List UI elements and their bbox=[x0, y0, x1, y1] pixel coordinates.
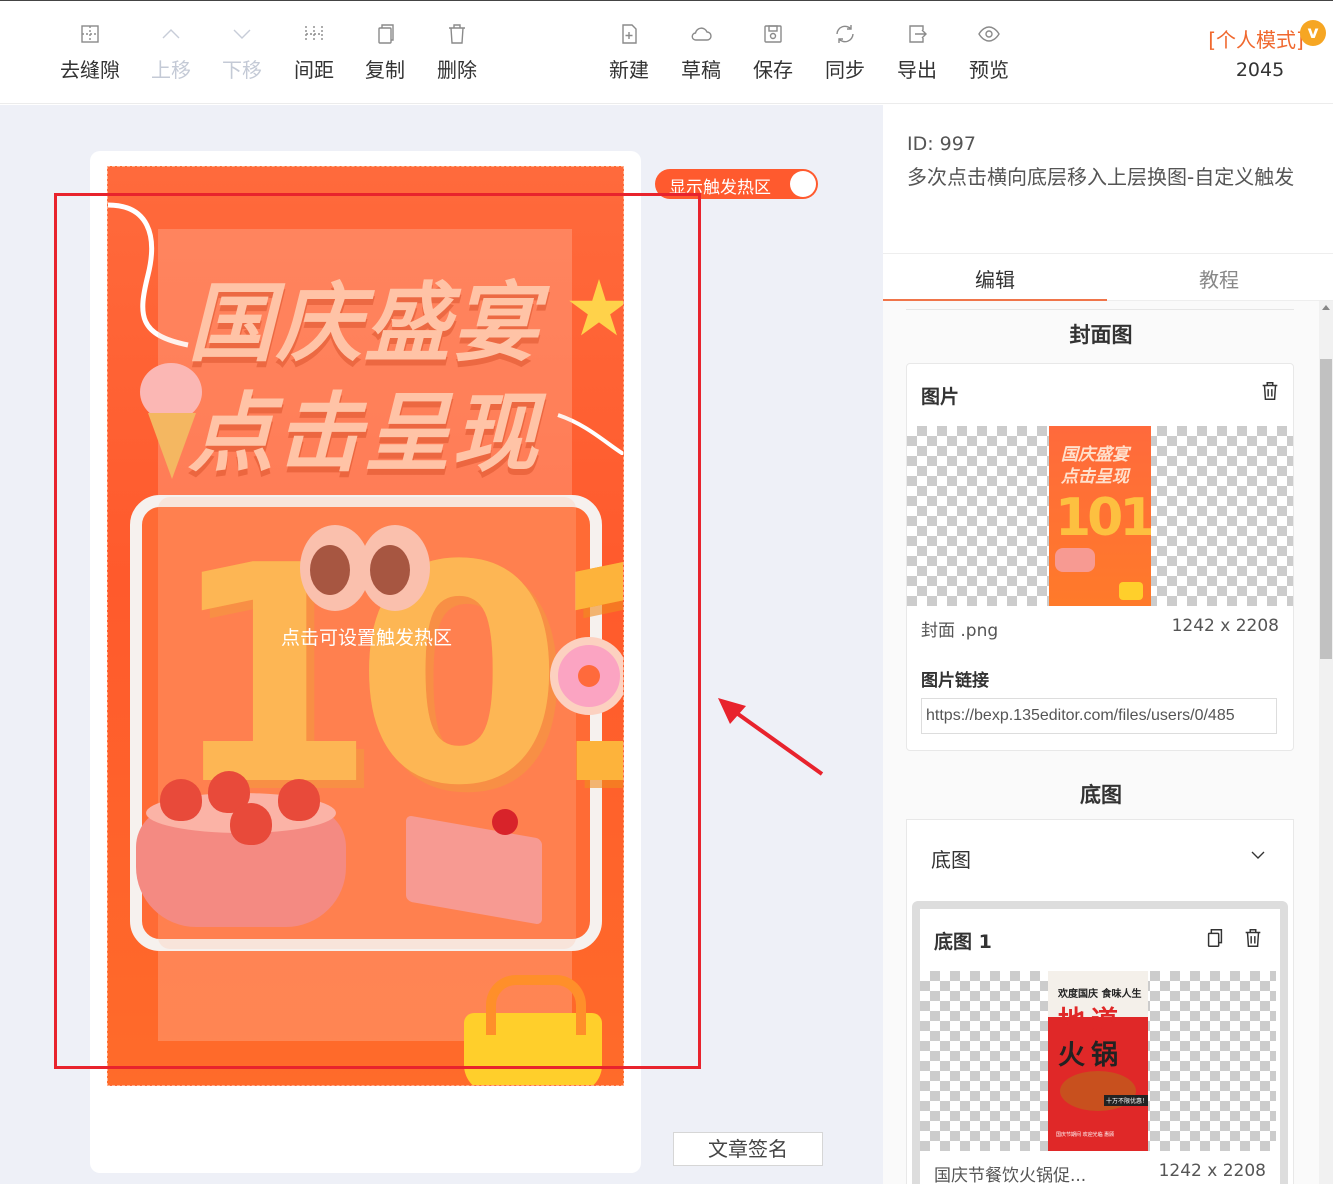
cover-thumbnail[interactable]: 国庆盛宴 点击呈现 101 bbox=[1049, 426, 1151, 606]
show-hotzone-toggle[interactable]: 显示触发热区 bbox=[655, 169, 818, 199]
panel-scrollbar[interactable] bbox=[1319, 301, 1333, 1184]
basket-decoration bbox=[464, 975, 602, 1085]
cover-link-input[interactable] bbox=[921, 698, 1277, 734]
star-decoration bbox=[569, 279, 623, 336]
cover-link-label: 图片链接 bbox=[921, 671, 989, 691]
base-item-card: 底图 1 欢度国庆 食味人生 地道 火锅 十万不限优惠！ 国庆节期间 欢迎光临 … bbox=[920, 909, 1280, 1184]
draft-button[interactable]: 草稿 bbox=[666, 22, 736, 83]
delete-cover-trash-icon[interactable] bbox=[1259, 380, 1281, 402]
export-icon bbox=[882, 22, 952, 50]
cherry-decoration bbox=[492, 809, 518, 835]
delete-button[interactable]: 删除 bbox=[422, 22, 492, 83]
cover-file-name: 封面 .png bbox=[921, 621, 999, 641]
spacing-icon bbox=[279, 22, 349, 50]
strawberry-decoration bbox=[230, 803, 272, 845]
grid-box-icon bbox=[55, 22, 125, 50]
base-thumb-footer: 国庆节期间 欢迎光临 惠顾 bbox=[1056, 1132, 1115, 1138]
poster-title-line1: 国庆盛宴 bbox=[188, 274, 540, 374]
save-icon bbox=[738, 22, 808, 50]
sync-icon bbox=[810, 22, 880, 50]
tab-tutorial[interactable]: 教程 bbox=[1107, 264, 1331, 293]
base-file-size: 1242 x 2208 bbox=[1158, 1161, 1266, 1181]
new-file-icon bbox=[594, 22, 664, 50]
toggle-label: 显示触发热区 bbox=[669, 178, 771, 198]
move-down-button[interactable]: 下移 bbox=[207, 22, 277, 83]
cover-file-size: 1242 x 2208 bbox=[1171, 616, 1279, 636]
toggle-knob bbox=[790, 171, 816, 197]
base-dropdown-label: 底图 bbox=[931, 848, 971, 872]
base-thumb-promo: 十万不限优惠！ bbox=[1104, 1095, 1148, 1106]
personal-mode[interactable]: [个人模式] v 2045 bbox=[1190, 20, 1330, 81]
hotzone-label: 点击可设置触发热区 bbox=[280, 627, 452, 649]
cover-thumb-cake bbox=[1055, 548, 1095, 572]
scrollbar-thumb[interactable] bbox=[1320, 359, 1332, 659]
component-name: 多次点击横向底层移入上层换图-自定义触发 bbox=[907, 165, 1295, 189]
eye-icon bbox=[954, 22, 1024, 50]
ice-cream-decoration bbox=[134, 363, 206, 483]
strawberry-decoration bbox=[160, 779, 202, 821]
poster-image[interactable]: 国庆盛宴 点击呈现 101 点击可设置触发热区 bbox=[107, 166, 624, 1086]
tab-edit[interactable]: 编辑 bbox=[883, 264, 1107, 293]
poster-title-line2: 点击呈现 bbox=[188, 384, 540, 484]
component-id: ID: 997 bbox=[907, 133, 976, 155]
draft-label: 草稿 bbox=[681, 58, 721, 82]
cover-thumb-title2: 点击呈现 bbox=[1061, 467, 1129, 487]
export-button[interactable]: 导出 bbox=[882, 22, 952, 83]
delete-label: 删除 bbox=[437, 58, 477, 82]
base-item-title: 底图 1 bbox=[934, 931, 992, 953]
panel-scroll-area[interactable]: 封面图 图片 国庆盛宴 点击呈现 101 封面 .png 1242 x 2208… bbox=[883, 301, 1319, 1184]
base-thumb-title2: 火锅 bbox=[1058, 1040, 1124, 1071]
vip-badge-icon: v bbox=[1300, 20, 1326, 46]
top-toolbar: 去缝隙 上移 下移 间距 复制 删除 新建 草稿 保存 同步 导出 预览 [个人… bbox=[0, 0, 1333, 104]
copy-icon bbox=[350, 22, 420, 50]
properties-panel: ID: 997 多次点击横向底层移入上层换图-自定义触发 编辑 教程 封面图 图… bbox=[883, 105, 1333, 1184]
spacing-label: 间距 bbox=[294, 58, 334, 82]
copy-button[interactable]: 复制 bbox=[350, 22, 420, 83]
base-item-wrapper: 底图 1 欢度国庆 食味人生 地道 火锅 十万不限优惠！ 国庆节期间 欢迎光临 … bbox=[912, 901, 1288, 1184]
base-section-title: 底图 bbox=[1080, 783, 1122, 807]
sync-button[interactable]: 同步 bbox=[810, 22, 880, 83]
scroll-up-arrow-icon[interactable] bbox=[1322, 305, 1330, 310]
cloud-icon bbox=[666, 22, 736, 50]
copy-base-item-copy-icon[interactable] bbox=[1204, 927, 1226, 949]
save-button[interactable]: 保存 bbox=[738, 22, 808, 83]
panel-tabs: 编辑 教程 bbox=[883, 253, 1333, 301]
new-button[interactable]: 新建 bbox=[594, 22, 664, 83]
base-thumbnail[interactable]: 欢度国庆 食味人生 地道 火锅 十万不限优惠！ 国庆节期间 欢迎光临 惠顾 bbox=[1048, 971, 1148, 1151]
move-down-label: 下移 bbox=[222, 58, 262, 82]
divider bbox=[906, 309, 1294, 310]
cover-section-title: 封面图 bbox=[1069, 323, 1133, 347]
delete-base-item-trash-icon[interactable] bbox=[1242, 927, 1264, 949]
cover-card-title: 图片 bbox=[921, 386, 960, 408]
signature-button[interactable]: 文章签名 bbox=[673, 1132, 823, 1166]
chevron-down-icon bbox=[1249, 846, 1267, 864]
chevron-down-icon bbox=[207, 22, 277, 50]
strawberry-decoration bbox=[278, 779, 320, 821]
export-label: 导出 bbox=[897, 58, 937, 82]
sync-label: 同步 bbox=[825, 58, 865, 82]
mode-count: 2045 bbox=[1235, 59, 1285, 81]
copy-label: 复制 bbox=[365, 58, 405, 82]
save-label: 保存 bbox=[753, 58, 793, 82]
remove-gap-label: 去缝隙 bbox=[60, 58, 120, 82]
preview-label: 预览 bbox=[969, 58, 1009, 82]
base-file-name: 国庆节餐饮火锅促... bbox=[934, 1166, 1087, 1184]
remove-gap-button[interactable]: 去缝隙 bbox=[55, 22, 125, 83]
move-up-button[interactable]: 上移 bbox=[136, 22, 206, 83]
cover-thumb-basket bbox=[1119, 582, 1143, 600]
spacing-button[interactable]: 间距 bbox=[279, 22, 349, 83]
base-thumb-top-text: 欢度国庆 食味人生 bbox=[1058, 989, 1142, 1000]
trash-icon bbox=[422, 22, 492, 50]
cover-image-card: 图片 国庆盛宴 点击呈现 101 封面 .png 1242 x 2208 图片链… bbox=[906, 363, 1294, 751]
move-up-label: 上移 bbox=[151, 58, 191, 82]
cover-thumb-number: 101 bbox=[1055, 488, 1151, 548]
chevron-up-icon bbox=[136, 22, 206, 50]
new-label: 新建 bbox=[609, 58, 649, 82]
preview-button[interactable]: 预览 bbox=[954, 22, 1024, 83]
base-image-dropdown[interactable]: 底图 bbox=[906, 819, 1294, 893]
